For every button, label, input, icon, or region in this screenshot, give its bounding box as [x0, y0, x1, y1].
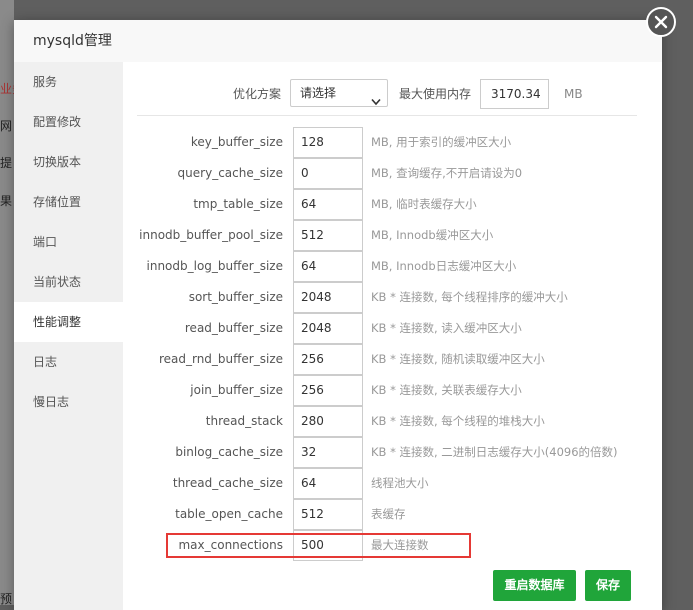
param-row-binlog-cache-size: binlog_cache_size 32 KB * 连接数, 二进制日志缓存大小(4…: [123, 437, 653, 468]
param-label: innodb_log_buffer_size: [146, 259, 284, 273]
param-label: join_buffer_size: [190, 383, 283, 397]
background-text: 果: [0, 194, 13, 208]
param-input[interactable]: 128: [293, 127, 363, 158]
param-description: KB * 连接数, 关联表缓存大小: [371, 383, 522, 397]
highlight-box: [166, 533, 471, 558]
param-input[interactable]: 2048: [293, 282, 363, 313]
param-label: sort_buffer_size: [188, 290, 283, 304]
sidebar-item-port[interactable]: 端口: [14, 222, 123, 262]
param-row-read-rnd-buffer-size: read_rnd_buffer_size 256 KB * 连接数, 随机读取缓冲区…: [123, 344, 653, 375]
optimize-row: 优化方案 请选择 最大使用内存 3170.34 MB: [123, 79, 662, 109]
max-memory-unit: MB: [564, 87, 583, 101]
sidebar-item-performance[interactable]: 性能调整: [14, 302, 123, 342]
sidebar-item-log[interactable]: 日志: [14, 342, 123, 382]
optimize-label: 优化方案: [233, 87, 282, 101]
param-label: thread_stack: [205, 414, 283, 428]
optimize-select-value: 请选择: [300, 86, 337, 100]
mysqld-dialog: mysqld管理 服务 配置修改 切换版本 存储位置 端口 当前状态 性能调整 …: [14, 20, 662, 610]
sidebar-item-version[interactable]: 切换版本: [14, 142, 123, 182]
param-row-thread-stack: thread_stack 280 KB * 连接数, 每个线程的堆栈大小: [123, 406, 653, 437]
param-input[interactable]: 512: [293, 220, 363, 251]
param-label: read_buffer_size: [184, 321, 283, 335]
param-row-innodb-buffer-pool-size: innodb_buffer_pool_size 512 MB, Innodb缓冲区大…: [123, 220, 653, 251]
param-input[interactable]: 256: [293, 344, 363, 375]
restart-database-button[interactable]: 重启数据库: [493, 570, 576, 601]
param-input[interactable]: 32: [293, 437, 363, 468]
close-icon: [654, 15, 668, 29]
dialog-title: mysqld管理: [14, 20, 662, 63]
performance-panel: 优化方案 请选择 最大使用内存 3170.34 MB key_buffer_si…: [123, 62, 662, 610]
param-description: MB, 临时表缓存大小: [371, 197, 477, 211]
background-page: 业务 网 提 果 预: [0, 0, 14, 605]
param-description: MB, Innodb日志缓冲区大小: [371, 259, 517, 273]
param-label: innodb_buffer_pool_size: [139, 228, 283, 242]
optimize-select[interactable]: 请选择: [290, 79, 388, 107]
param-label: tmp_table_size: [193, 197, 283, 211]
background-text: 预: [0, 592, 13, 605]
param-row-read-buffer-size: read_buffer_size 2048 KB * 连接数, 读入缓冲区大小: [123, 313, 653, 344]
param-label: binlog_cache_size: [175, 445, 283, 459]
param-label: key_buffer_size: [190, 135, 283, 149]
max-memory-label: 最大使用内存: [399, 87, 472, 101]
param-description: 表缓存: [371, 507, 406, 521]
param-description: MB, Innodb缓冲区大小: [371, 228, 494, 242]
background-text: 提: [0, 156, 13, 170]
param-input[interactable]: 2048: [293, 313, 363, 344]
param-description: 线程池大小: [371, 476, 429, 490]
param-label: thread_cache_size: [172, 476, 283, 490]
sidebar: 服务 配置修改 切换版本 存储位置 端口 当前状态 性能调整 日志 慢日志: [14, 62, 123, 610]
param-input[interactable]: 512: [293, 499, 363, 530]
param-label: read_rnd_buffer_size: [158, 352, 283, 366]
param-description: KB * 连接数, 每个线程的堆栈大小: [371, 414, 545, 428]
max-memory-input[interactable]: 3170.34: [480, 79, 549, 109]
param-input[interactable]: 64: [293, 189, 363, 220]
sidebar-item-service[interactable]: 服务: [14, 62, 123, 102]
param-label: query_cache_size: [177, 166, 283, 180]
param-row-query-cache-size: query_cache_size 0 MB, 查询缓存,不开启请设为0: [123, 158, 653, 189]
background-text: 业务: [0, 82, 14, 96]
param-description: KB * 连接数, 读入缓冲区大小: [371, 321, 522, 335]
param-description: KB * 连接数, 二进制日志缓存大小(4096的倍数): [371, 445, 618, 459]
param-description: MB, 查询缓存,不开启请设为0: [371, 166, 523, 180]
param-row-innodb-log-buffer-size: innodb_log_buffer_size 64 MB, Innodb日志缓冲区大…: [123, 251, 653, 282]
param-input[interactable]: 256: [293, 375, 363, 406]
param-row-thread-cache-size: thread_cache_size 64 线程池大小: [123, 468, 653, 499]
sidebar-item-config[interactable]: 配置修改: [14, 102, 123, 142]
param-input[interactable]: 0: [293, 158, 363, 189]
sidebar-item-status[interactable]: 当前状态: [14, 262, 123, 302]
sidebar-item-storage[interactable]: 存储位置: [14, 182, 123, 222]
param-row-join-buffer-size: join_buffer_size 256 KB * 连接数, 关联表缓存大小: [123, 375, 653, 406]
param-row-table-open-cache: table_open_cache 512 表缓存: [123, 499, 653, 530]
chevron-down-icon: [371, 89, 381, 115]
param-row-key-buffer-size: key_buffer_size 128 MB, 用于索引的缓冲区大小: [123, 127, 653, 158]
save-button[interactable]: 保存: [585, 570, 631, 601]
param-description: MB, 用于索引的缓冲区大小: [371, 135, 512, 149]
sidebar-item-slow-log[interactable]: 慢日志: [14, 382, 123, 422]
param-description: KB * 连接数, 每个线程排序的缓冲大小: [371, 290, 568, 304]
param-input[interactable]: 280: [293, 406, 363, 437]
param-description: KB * 连接数, 随机读取缓冲区大小: [371, 352, 545, 366]
param-row-sort-buffer-size: sort_buffer_size 2048 KB * 连接数, 每个线程排序的缓冲大…: [123, 282, 653, 313]
param-label: table_open_cache: [175, 507, 283, 521]
divider: [137, 115, 637, 116]
param-row-tmp-table-size: tmp_table_size 64 MB, 临时表缓存大小: [123, 189, 653, 220]
background-text: 网: [0, 119, 13, 133]
param-input[interactable]: 64: [293, 468, 363, 499]
close-button[interactable]: [646, 7, 676, 37]
param-input[interactable]: 64: [293, 251, 363, 282]
